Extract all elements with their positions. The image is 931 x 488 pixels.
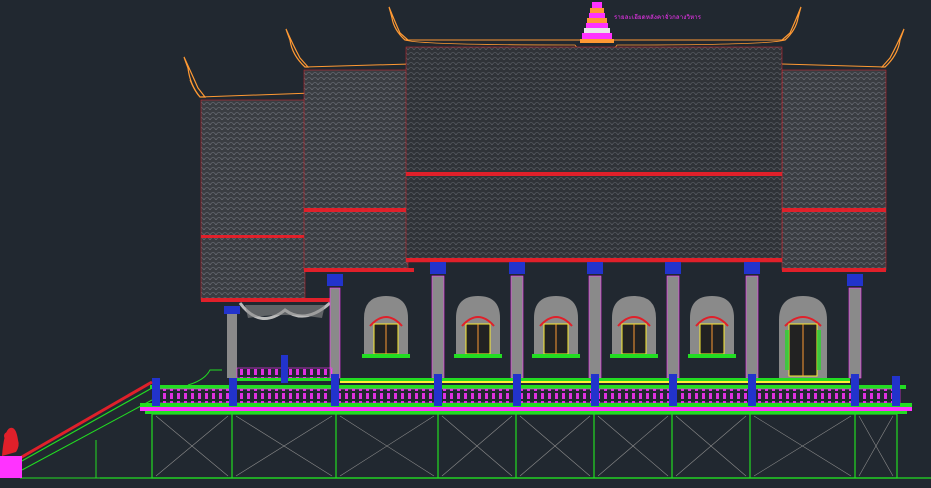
gable-lace xyxy=(238,301,331,320)
naga-icon xyxy=(0,427,22,478)
drawing-annotation: รายละเอียดหลังคาจั่วกลางวิหาร xyxy=(614,14,702,21)
temple-elevation-drawing[interactable] xyxy=(0,0,931,488)
roof-main xyxy=(388,6,802,263)
window-icon xyxy=(362,296,736,358)
roof-middle-tier xyxy=(285,28,414,272)
main-balustrade xyxy=(140,385,912,414)
roof-right-tier xyxy=(781,28,905,272)
spire-icon xyxy=(580,2,614,43)
cad-viewport[interactable]: รายละเอียดหลังคาจั่วกลางวิหาร xyxy=(0,0,931,488)
door-icon xyxy=(779,296,827,380)
substructure-frame xyxy=(100,413,931,479)
